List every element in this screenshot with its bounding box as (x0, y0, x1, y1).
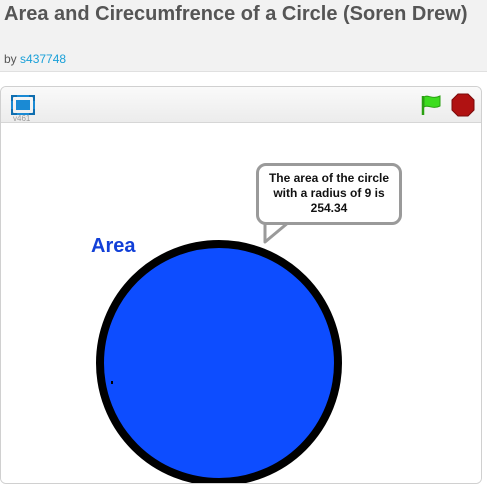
stop-icon (451, 93, 475, 117)
version-label: v461 (13, 114, 31, 123)
green-flag-icon (421, 95, 441, 115)
speech-bubble: The area of the circle with a radius of … (256, 163, 402, 225)
byline-prefix: by (4, 52, 17, 66)
project-header: Area and Cirecumfrence of a Circle (Sore… (0, 0, 487, 72)
byline: by s437748 (4, 52, 66, 66)
green-flag-button[interactable] (419, 93, 443, 117)
circle-sprite[interactable] (95, 239, 343, 484)
player-toolbar: v461 (1, 87, 481, 123)
fullscreen-icon (11, 95, 35, 115)
stop-button[interactable] (451, 93, 475, 117)
author-link[interactable]: s437748 (20, 52, 66, 66)
stage[interactable]: Area The area of the circle with a radiu… (1, 123, 481, 483)
fullscreen-button[interactable] (11, 95, 35, 115)
project-title: Area and Cirecumfrence of a Circle (Sore… (4, 3, 468, 25)
speech-bubble-tail (263, 222, 290, 244)
project-player: v461 Area The area of the circle with a … (0, 86, 482, 484)
